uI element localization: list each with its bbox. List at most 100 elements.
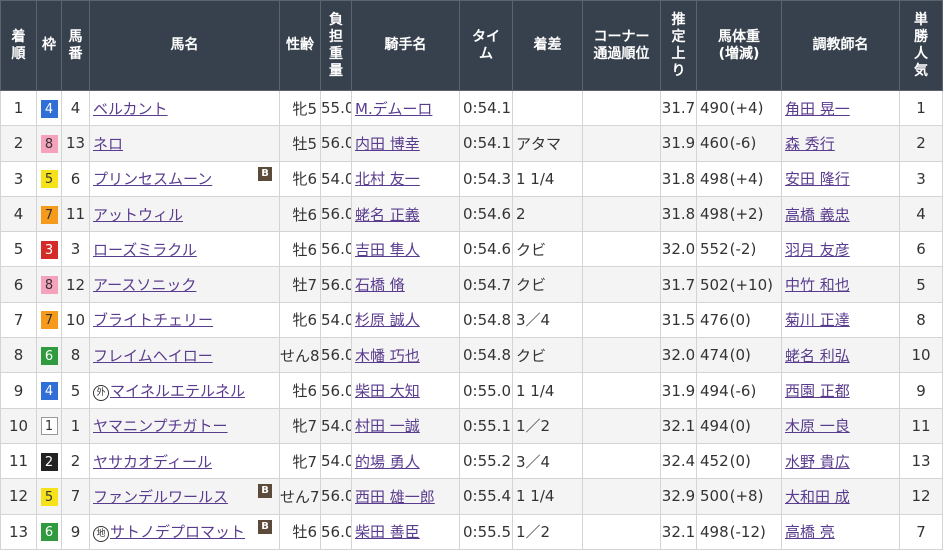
horse-name-link[interactable]: プリンセスムーン [93, 170, 212, 188]
waku-badge: 7 [40, 311, 58, 330]
body-weight: 476 [700, 310, 729, 329]
header-waku: 枠 [36, 0, 62, 91]
body-weight-change: (+4) [729, 99, 764, 118]
last-3f: 32.0 [660, 337, 697, 374]
sex-age: 牝6 [279, 160, 321, 197]
finish-position: 11 [0, 442, 37, 480]
finish-position: 8 [0, 337, 37, 374]
jockey-link[interactable]: 柴田 大知 [355, 382, 420, 400]
horse-name-link[interactable]: ローズミラクル [93, 241, 197, 259]
jockey-link[interactable]: 西田 雄一郎 [355, 488, 435, 506]
body-weight: 552 [700, 240, 729, 259]
carried-weight: 54.0 [320, 407, 352, 444]
trainer-link[interactable]: 角田 晃一 [785, 100, 850, 118]
header-label-line: 勝 [914, 28, 928, 45]
trainer-link[interactable]: 高橋 亮 [785, 523, 835, 541]
jockey-link[interactable]: 柴田 善臣 [355, 523, 420, 541]
header-label-line: 負 [329, 11, 343, 28]
umaban: 5 [61, 372, 90, 409]
margin: 2 [512, 195, 583, 233]
carried-weight: 54.0 [320, 301, 352, 339]
body-weight: 494 [700, 381, 729, 400]
jockey-link[interactable]: 的場 勇人 [355, 453, 420, 471]
jockey-link[interactable]: 木幡 巧也 [355, 347, 420, 365]
carried-weight: 56.0 [320, 337, 352, 374]
jockey-cell: 木幡 巧也 [351, 337, 460, 374]
body-weight-cell: 552(-2) [696, 231, 782, 268]
body-weight-cell: 498(-12) [696, 513, 782, 550]
jockey-link[interactable]: 内田 博幸 [355, 135, 420, 153]
trainer-link[interactable]: 蛯名 利弘 [785, 347, 850, 365]
blinker-icon: B [258, 484, 272, 499]
table-header-row: 着順 枠 馬番 馬名 性齢 負担重量 騎手名 タイム 着差 コーナー 通過順位 推… [0, 0, 943, 91]
last-3f: 31.9 [660, 125, 697, 162]
horse-name-link[interactable]: ヤマニンプチガトー [93, 417, 228, 435]
race-time: 0:54.6 [459, 195, 513, 233]
trainer-cell: 高橋 亮 [781, 513, 900, 550]
trainer-link[interactable]: 安田 隆行 [785, 170, 850, 188]
corner-order [582, 160, 661, 197]
horse-name-link[interactable]: サトノデプロマット [110, 523, 245, 541]
header-label-line: 枠 [42, 37, 56, 53]
header-corner: コーナー 通過順位 [582, 0, 661, 91]
trainer-link[interactable]: 森 秀行 [785, 135, 835, 153]
jockey-link[interactable]: 蛯名 正義 [355, 206, 420, 224]
body-weight-change: (+2) [729, 205, 764, 224]
horse-name-link[interactable]: アースソニック [93, 276, 196, 294]
waku-cell: 6 [36, 513, 62, 550]
sex-age: 牡6 [279, 231, 321, 268]
jockey-link[interactable]: 石橋 脩 [355, 276, 405, 294]
trainer-link[interactable]: 菊川 正達 [785, 311, 850, 329]
horse-name-link[interactable]: ファンデルワールス [93, 488, 228, 506]
trainer-link[interactable]: 木原 一良 [785, 417, 850, 435]
header-label-line: 担 [329, 28, 343, 45]
horse-name-link[interactable]: ベルカント [93, 100, 168, 118]
jockey-link[interactable]: M.デムーロ [355, 100, 432, 118]
header-label-line: タイ [472, 28, 500, 45]
jockey-link[interactable]: 吉田 隼人 [355, 241, 420, 259]
trainer-link[interactable]: 中竹 和也 [785, 276, 850, 294]
sex-age: 牝6 [279, 301, 321, 339]
body-weight-change: (-6) [729, 134, 757, 153]
trainer-cell: 安田 隆行 [781, 160, 900, 197]
horse-name-link[interactable]: フレイムヘイロー [93, 347, 213, 365]
table-row: 13 6 9 地サトノデプロマット B 牡6 56.0 柴田 善臣 0:55.5 1／2 32.1 4… [0, 513, 943, 550]
header-margin: 着差 [512, 0, 583, 91]
jockey-link[interactable]: 村田 一誠 [355, 417, 420, 435]
jockey-link[interactable]: 北村 友一 [355, 170, 420, 188]
finish-position: 9 [0, 372, 37, 409]
horse-name-link[interactable]: ヤサカオディール [93, 453, 212, 471]
trainer-link[interactable]: 大和田 成 [785, 488, 850, 506]
jockey-link[interactable]: 杉原 誠人 [355, 311, 420, 329]
last-3f: 32.1 [660, 407, 697, 444]
margin: 1／2 [512, 407, 583, 444]
race-time: 0:55.5 [459, 513, 513, 550]
horse-name-link[interactable]: ネロ [93, 135, 123, 153]
header-label-line: 順 [11, 45, 26, 62]
header-umaban: 馬番 [61, 0, 90, 91]
horse-origin-mark: 外 [93, 385, 109, 402]
header-label-line: 馬体重 [718, 28, 760, 45]
body-weight-cell: 452(0) [696, 442, 782, 480]
table-row: 8 6 8 フレイムヘイロー せん8 56.0 木幡 巧也 0:54.8 クビ 32.0 474(0… [0, 337, 943, 374]
horse-name-link[interactable]: マイネルエテルネル [110, 382, 245, 400]
jockey-cell: 柴田 善臣 [351, 513, 460, 550]
body-weight-change: (0) [729, 452, 751, 471]
trainer-link[interactable]: 西園 正都 [785, 382, 850, 400]
jockey-cell: 柴田 大知 [351, 372, 460, 409]
trainer-link[interactable]: 水野 貴広 [785, 453, 850, 471]
header-weight: 負担重量 [320, 0, 352, 91]
finish-position: 7 [0, 301, 37, 339]
umaban: 12 [61, 266, 90, 303]
horse-name-link[interactable]: アットウィル [93, 206, 183, 224]
trainer-link[interactable]: 高橋 義忠 [785, 206, 850, 224]
header-label-line: 調教師名 [812, 37, 869, 53]
race-time: 0:54.8 [459, 301, 513, 339]
trainer-link[interactable]: 羽月 友彦 [785, 241, 850, 259]
sex-age: 牡6 [279, 513, 321, 550]
horse-name-cell: ローズミラクル [89, 231, 280, 268]
horse-name-link[interactable]: ブライトチェリー [93, 311, 213, 329]
corner-order [582, 266, 661, 303]
sex-age: 牝5 [279, 89, 321, 127]
margin: 3／4 [512, 442, 583, 480]
